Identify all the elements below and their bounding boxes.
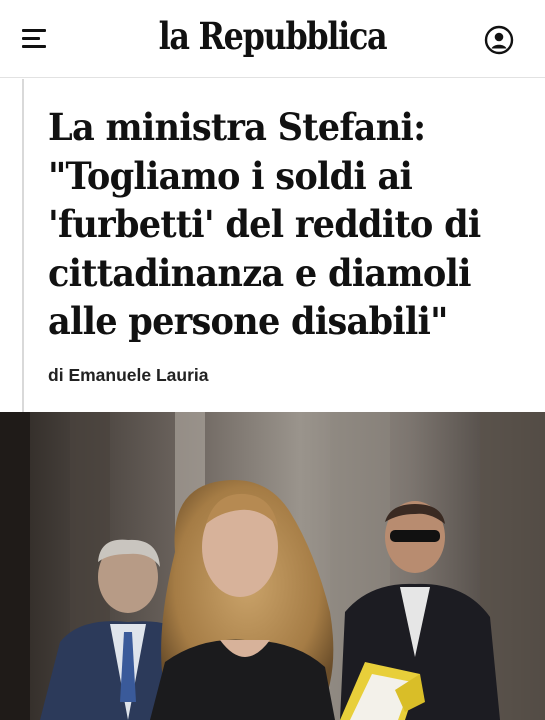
article-headline: La ministra Stefani: "Togliamo i soldi a… — [48, 105, 481, 343]
byline-prefix: di — [48, 365, 64, 385]
article-header: La ministra Stefani: "Togliamo i soldi a… — [0, 79, 545, 412]
article-photo — [0, 412, 545, 720]
author-link[interactable]: Emanuele Lauria — [68, 365, 208, 385]
user-account-icon[interactable] — [484, 25, 514, 55]
byline: di Emanuele Lauria — [48, 365, 209, 386]
photo-illustration — [0, 412, 545, 720]
site-logo[interactable]: la Repubblica — [38, 14, 507, 58]
top-navigation-bar: la Repubblica — [0, 0, 545, 78]
headline-divider — [22, 79, 24, 412]
